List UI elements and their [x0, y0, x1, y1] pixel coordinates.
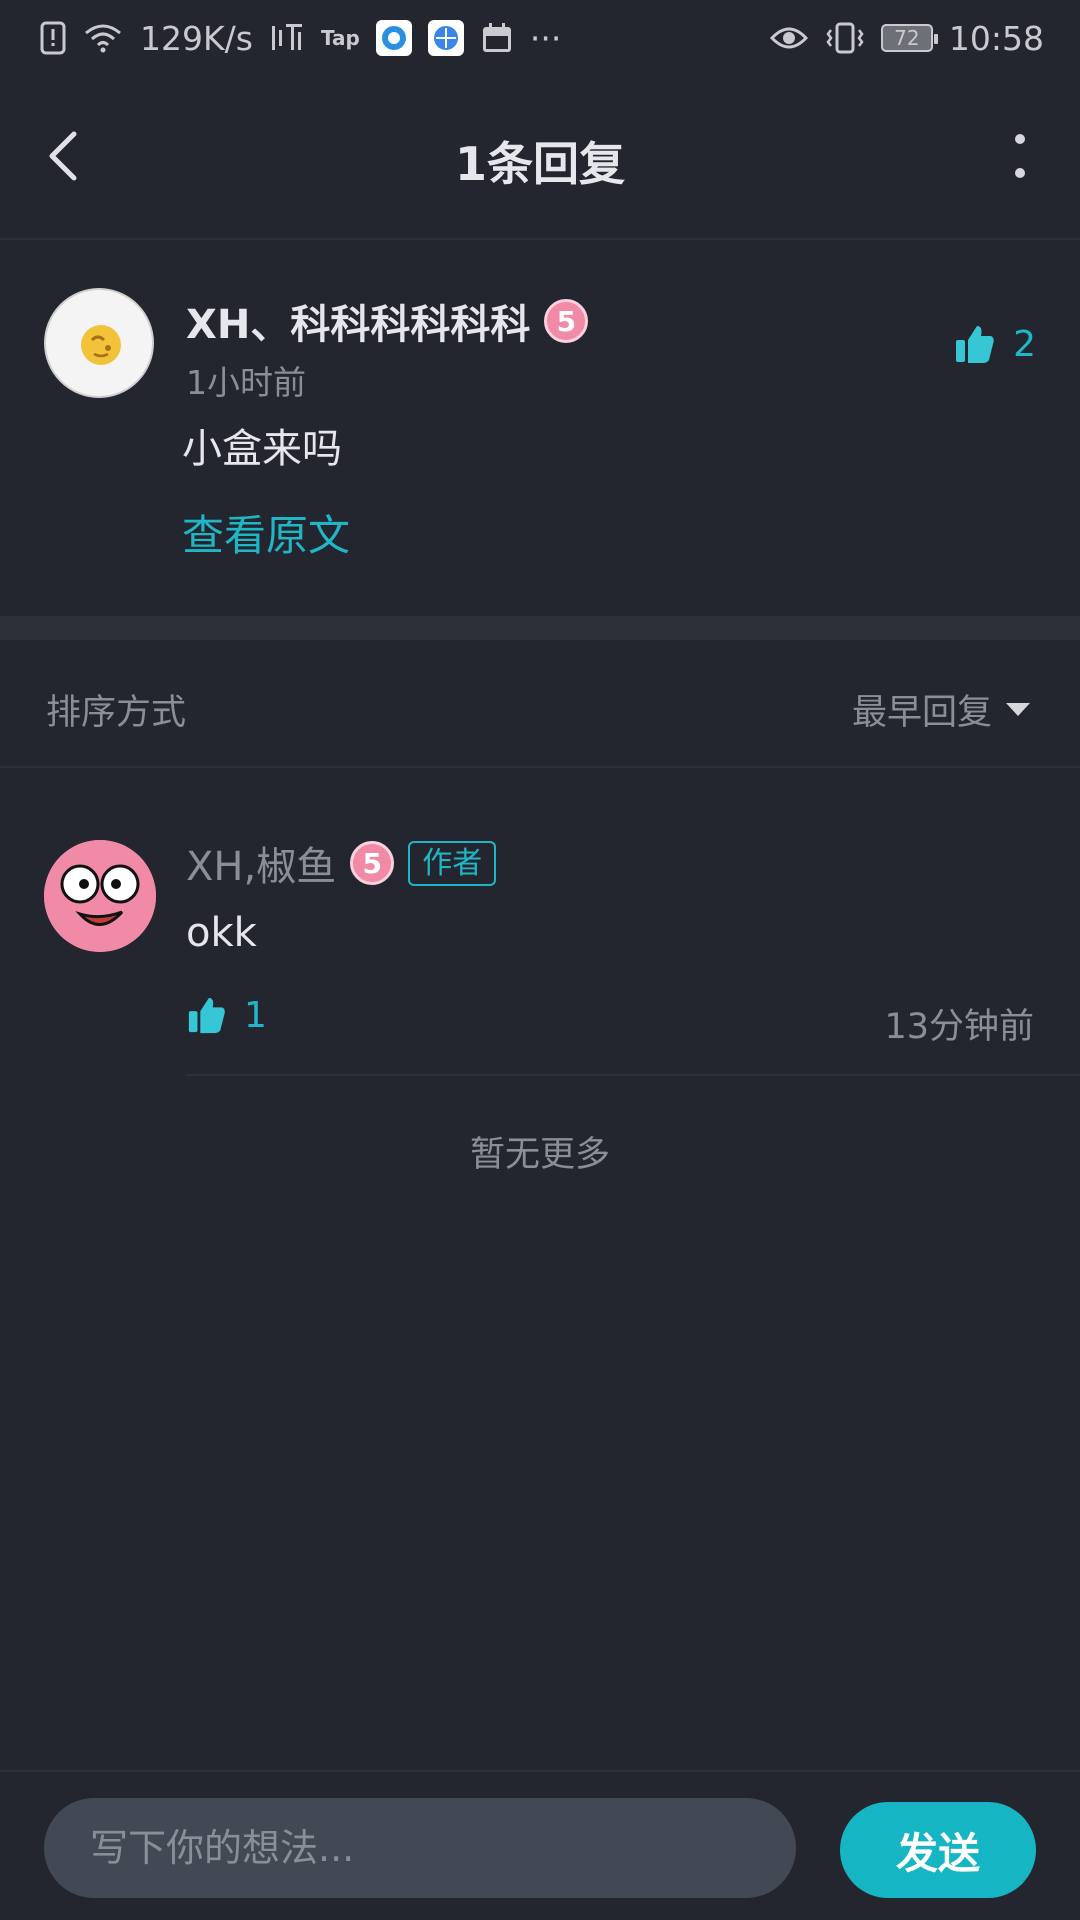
comment-like-button[interactable]: 2 [953, 322, 1036, 366]
calendar-icon [480, 21, 514, 55]
nav-bar: 1条回复 [0, 76, 1080, 240]
app-icon-2 [427, 20, 464, 56]
sort-dropdown[interactable]: 最早回复 [852, 684, 1030, 735]
reply-time: 13分钟前 [884, 1007, 1034, 1047]
screen: 129K/s Tap ··· 72 10:58 1条回复 XH、科科科科科科 5… [0, 0, 1080, 1920]
page-title: 1条回复 [454, 137, 625, 191]
level-badge: 5 [544, 299, 589, 343]
author-tag: 作者 [408, 840, 497, 886]
comment-text: 小盒来吗 [182, 426, 342, 472]
listen-app-icon [269, 20, 305, 56]
reply-level-badge: 5 [350, 841, 395, 885]
taptap-app-icon: Tap [320, 26, 360, 50]
more-options-button[interactable] [1000, 134, 1040, 178]
reply-divider [186, 1074, 1080, 1076]
view-original-link[interactable]: 查看原文 [182, 502, 350, 563]
sort-selected: 最早回复 [851, 693, 992, 733]
reply-like-button[interactable]: 1 [186, 994, 267, 1036]
comment-username[interactable]: XH、科科科科科科 5 [186, 292, 589, 350]
send-button[interactable]: 发送 [840, 1802, 1036, 1898]
no-more-label: 暂无更多 [469, 1135, 610, 1175]
reply-avatar[interactable] [44, 840, 156, 952]
comment-time: 1小时前 [186, 363, 306, 402]
comment-input[interactable] [44, 1798, 796, 1898]
wifi-icon [82, 21, 124, 55]
more-notifications-icon: ··· [529, 18, 562, 58]
eye-icon [769, 22, 809, 54]
reply-username[interactable]: XH,椒鱼 5 作者 [186, 834, 497, 892]
comment-bar: 发送 [0, 1770, 1080, 1920]
battery-icon: 72 [880, 24, 938, 52]
avatar-emoji-icon [81, 325, 121, 365]
reply-item: XH,椒鱼 5 作者 okk 1 13分钟前 [0, 770, 1080, 1076]
more-dot-icon [1015, 134, 1025, 144]
more-dot-icon [1015, 168, 1025, 178]
status-left: 129K/s Tap ··· [40, 19, 561, 58]
avatar-cartoon-icon [44, 840, 156, 952]
like-count: 2 [1013, 323, 1036, 365]
reply-text: okk [186, 910, 257, 956]
thumbs-up-icon [188, 997, 225, 1034]
sort-bar: 排序方式 最早回复 [0, 640, 1080, 768]
avatar[interactable] [44, 288, 154, 398]
caret-down-icon [1006, 703, 1030, 716]
username-text: XH、科科科科科科 [186, 302, 531, 348]
sort-label: 排序方式 [46, 693, 187, 733]
reply-username-text: XH,椒鱼 [186, 844, 337, 890]
sim-alert-icon [40, 21, 66, 55]
status-bar: 129K/s Tap ··· 72 10:58 [0, 0, 1080, 76]
clock: 10:58 [948, 18, 1044, 58]
net-speed: 129K/s [140, 18, 253, 58]
thumbs-up-icon [956, 326, 994, 363]
reply-like-count: 1 [244, 994, 267, 1036]
status-right: 72 10:58 [769, 19, 1044, 58]
vibrate-icon [825, 21, 865, 55]
original-comment: XH、科科科科科科 5 1小时前 小盒来吗 查看原文 2 [0, 242, 1080, 616]
app-icon-1 [375, 20, 412, 56]
section-divider [0, 616, 1080, 640]
